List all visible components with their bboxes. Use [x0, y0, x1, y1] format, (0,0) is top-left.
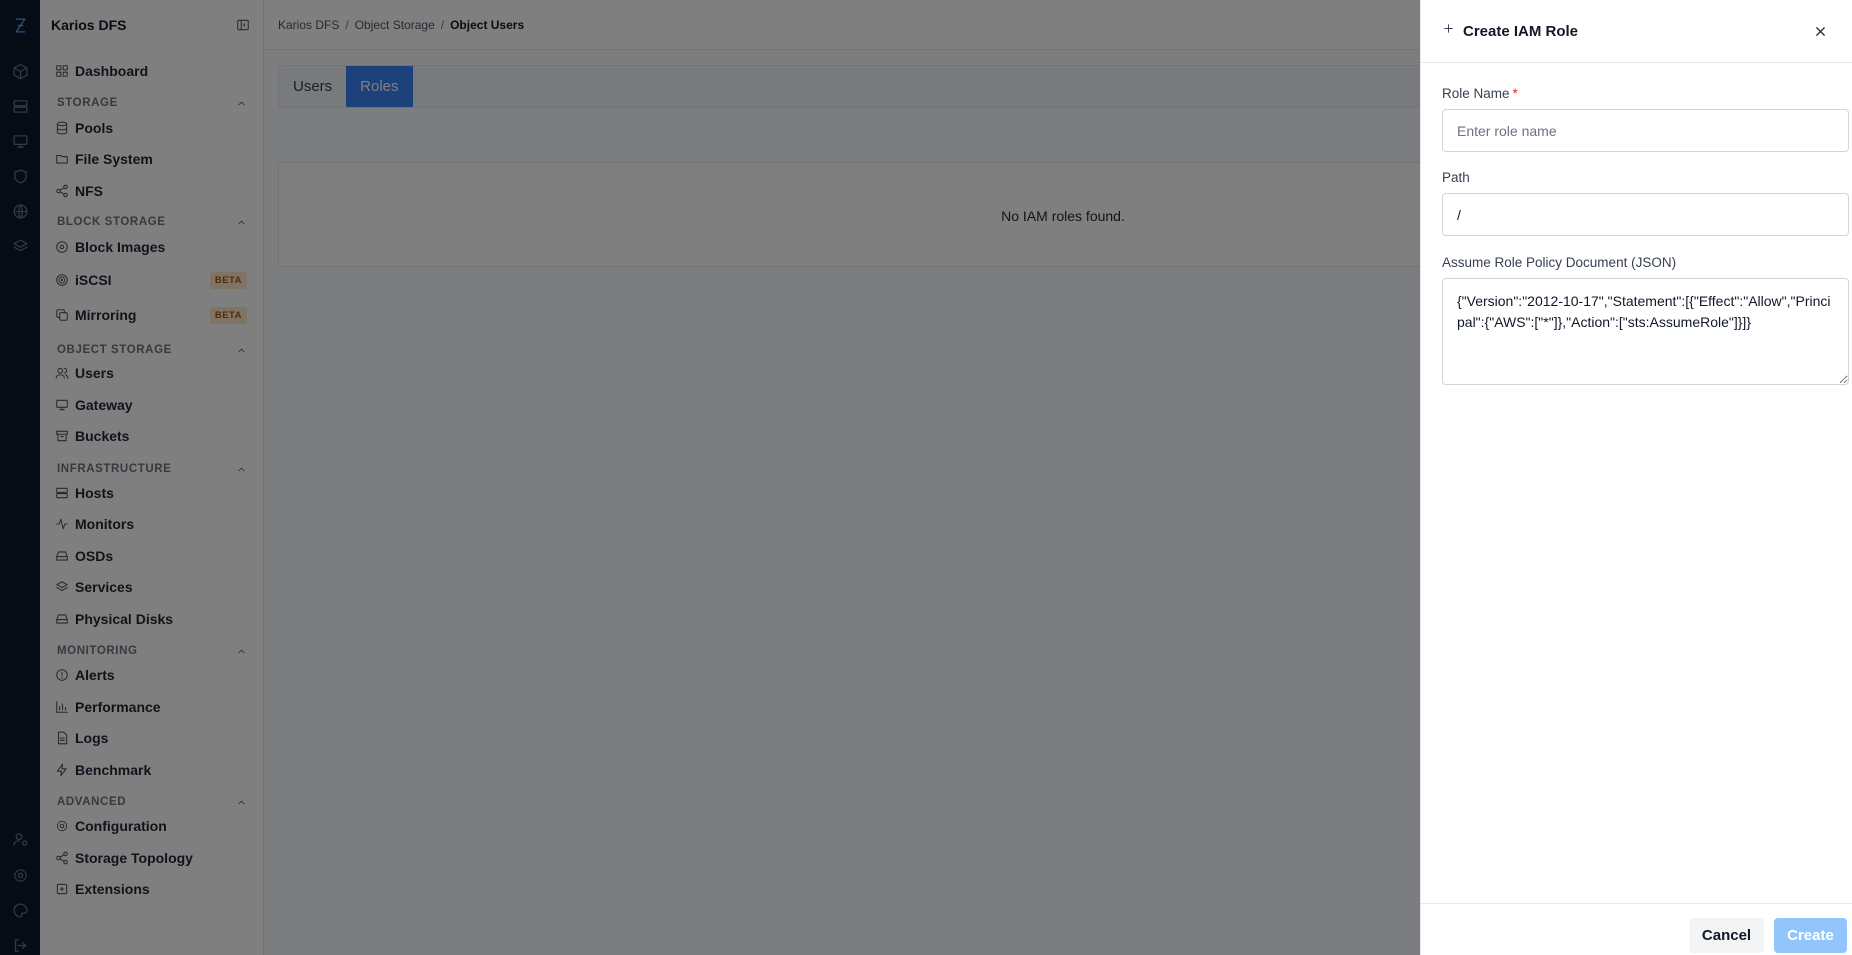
drawer-header: Create IAM Role	[1421, 0, 1852, 63]
role-name-input[interactable]	[1442, 109, 1849, 152]
path-label: Path	[1442, 170, 1470, 185]
path-input[interactable]	[1442, 193, 1849, 236]
create-iam-role-drawer: Create IAM Role Role Name* Path Assume R…	[1420, 0, 1852, 955]
required-mark: *	[1512, 86, 1518, 101]
drawer-title: Create IAM Role	[1463, 22, 1579, 40]
plus-icon	[1442, 22, 1455, 40]
drawer-footer: Cancel Create	[1421, 903, 1852, 955]
close-icon[interactable]	[1810, 21, 1830, 41]
role-name-label: Role Name *	[1442, 86, 1518, 101]
policy-label: Assume Role Policy Document (JSON)	[1442, 255, 1677, 270]
policy-textarea[interactable]: {"Version":"2012-10-17","Statement":[{"E…	[1442, 278, 1849, 385]
role-name-label-text: Role Name	[1442, 86, 1510, 101]
cancel-button[interactable]: Cancel	[1689, 918, 1764, 953]
create-button[interactable]: Create	[1774, 918, 1847, 953]
